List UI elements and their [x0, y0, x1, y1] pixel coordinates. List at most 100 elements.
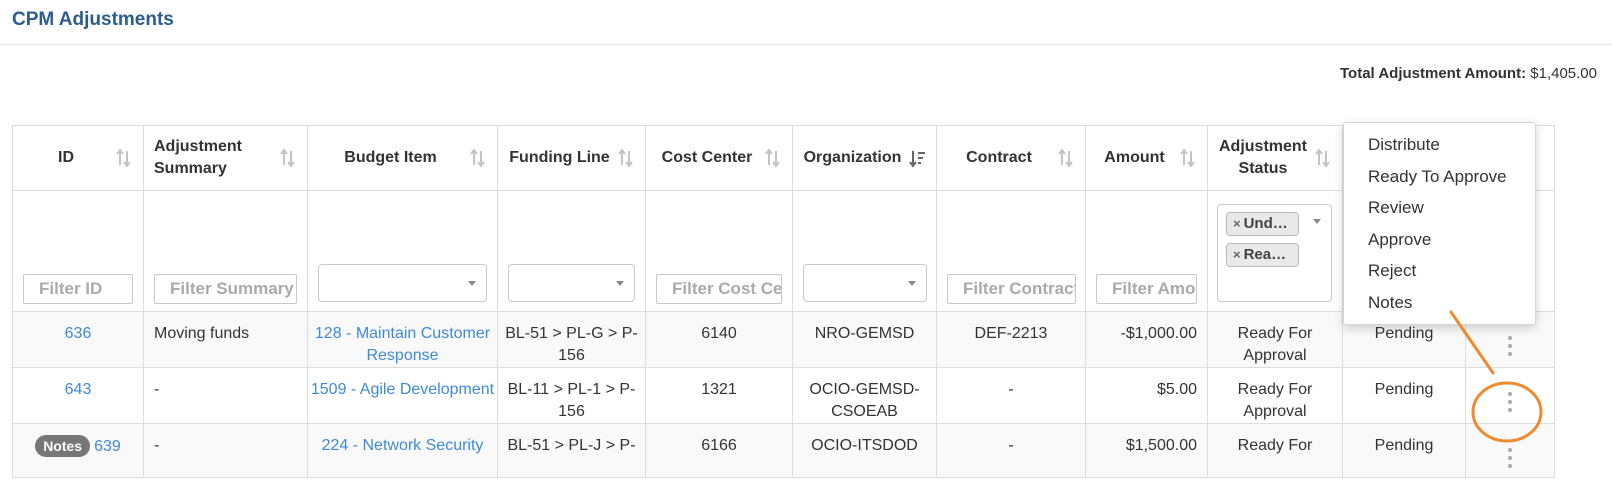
filter-cell-cost-center — [645, 190, 793, 312]
chevron-down-icon — [616, 281, 624, 286]
cell-status: Ready For — [1207, 423, 1343, 478]
notes-badge[interactable]: Notes — [35, 435, 91, 457]
filter-cell-contract — [936, 190, 1086, 312]
sort-icon[interactable] — [469, 148, 487, 168]
sort-icon[interactable] — [115, 148, 133, 168]
filter-cost-center-input[interactable] — [656, 274, 782, 304]
row-id-link[interactable]: 643 — [65, 381, 92, 398]
table-row: 643 - 1509 - Agile Development BL-11 > P… — [12, 367, 1555, 424]
menu-item-approve[interactable]: Approve — [1368, 229, 1431, 251]
cell-funding-line: BL-51 > PL-G > P-156 — [497, 311, 646, 368]
chevron-down-icon — [1313, 219, 1321, 224]
column-header-funding-line[interactable]: Funding Line — [497, 125, 646, 191]
sort-icon[interactable] — [1314, 148, 1332, 168]
page-title: CPM Adjustments — [12, 9, 174, 30]
total-adjustment: Total Adjustment Amount: $1,405.00 — [1340, 65, 1597, 82]
cell-budget-item: 128 - Maintain Customer Response — [307, 311, 498, 368]
cell-organization: OCIO-ITSDOD — [792, 423, 937, 478]
filter-organization-select[interactable] — [803, 264, 927, 302]
filter-budget-item-select[interactable] — [318, 264, 487, 302]
menu-item-ready-to-approve[interactable]: Ready To Approve — [1368, 166, 1507, 188]
cell-approval: Pending — [1342, 423, 1466, 478]
page-header: CPM Adjustments — [0, 0, 1612, 45]
cell-status: Ready For Approval — [1207, 367, 1343, 424]
filter-contract-input[interactable] — [947, 274, 1076, 304]
row-id-link[interactable]: 639 — [94, 438, 121, 455]
cell-cost-center: 6166 — [645, 423, 793, 478]
filter-row: ×Und… ×Rea… — [12, 190, 1555, 312]
filter-status-multiselect[interactable]: × Und… × Rea… — [1217, 204, 1332, 302]
cell-id: 643 — [12, 367, 144, 424]
sort-desc-icon[interactable] — [908, 148, 926, 168]
column-header-budget-item[interactable]: Budget Item — [307, 125, 498, 191]
more-vertical-icon[interactable] — [1508, 448, 1512, 472]
remove-chip-icon[interactable]: × — [1233, 247, 1241, 262]
budget-item-link[interactable]: 224 - Network Security — [322, 437, 484, 454]
cell-status: Ready For Approval — [1207, 311, 1343, 368]
row-id-link[interactable]: 636 — [65, 325, 92, 342]
column-header-summary[interactable]: Adjustment Summary — [143, 125, 308, 191]
column-header-contract[interactable]: Contract — [936, 125, 1086, 191]
menu-item-distribute[interactable]: Distribute — [1368, 134, 1440, 156]
cell-summary: - — [143, 423, 308, 478]
cell-approval: Pending — [1342, 367, 1466, 424]
sort-icon[interactable] — [279, 148, 297, 168]
budget-item-link[interactable]: 1509 - Agile Development — [311, 381, 494, 398]
column-header-status[interactable]: Adjustment Status — [1207, 125, 1343, 191]
column-header-cost-center[interactable]: Cost Center — [645, 125, 793, 191]
cell-cost-center: 6140 — [645, 311, 793, 368]
status-chip[interactable]: × Rea… — [1226, 243, 1299, 267]
cell-contract: DEF-2213 — [936, 311, 1086, 368]
filter-cell-funding-line — [497, 190, 646, 312]
cell-id: 636 — [12, 311, 144, 368]
sort-icon[interactable] — [1179, 148, 1197, 168]
more-vertical-icon[interactable] — [1508, 392, 1512, 416]
filter-id-input[interactable] — [23, 274, 133, 304]
cell-organization: NRO-GEMSD — [792, 311, 937, 368]
more-vertical-icon[interactable] — [1508, 336, 1512, 360]
column-header-organization[interactable]: Organization — [792, 125, 937, 191]
filter-cell-organization — [792, 190, 937, 312]
budget-item-link[interactable]: 128 - Maintain Customer Response — [315, 325, 490, 364]
filter-cell-summary — [143, 190, 308, 312]
cell-actions — [1465, 367, 1555, 424]
menu-item-reject[interactable]: Reject — [1368, 260, 1416, 282]
filter-cell-budget-item — [307, 190, 498, 312]
cell-contract: - — [936, 367, 1086, 424]
menu-item-review[interactable]: Review — [1368, 197, 1424, 219]
filter-cell-amount — [1085, 190, 1208, 312]
total-value: $1,405.00 — [1530, 65, 1597, 82]
column-header-id[interactable]: ID — [12, 125, 144, 191]
cell-organization: OCIO-GEMSD-CSOEAB — [792, 367, 937, 424]
filter-cell-id — [12, 190, 144, 312]
cell-summary: - — [143, 367, 308, 424]
cell-contract: - — [936, 423, 1086, 478]
status-chip[interactable]: × Und… — [1226, 212, 1299, 236]
filter-summary-input[interactable] — [154, 274, 297, 304]
filter-funding-line-select[interactable] — [508, 264, 635, 302]
menu-item-notes[interactable]: Notes — [1368, 292, 1412, 314]
header-row: ID Adjustment Summary Budget Item Fundin… — [12, 125, 1555, 191]
filter-amount-input[interactable] — [1096, 274, 1197, 304]
cell-funding-line: BL-51 > PL-J > P- — [497, 423, 646, 478]
cell-funding-line: BL-11 > PL-1 > P-156 — [497, 367, 646, 424]
table-row: 636 Moving funds 128 - Maintain Customer… — [12, 311, 1555, 368]
remove-chip-icon[interactable]: × — [1233, 216, 1241, 231]
sort-icon[interactable] — [1057, 148, 1075, 168]
cell-budget-item: 1509 - Agile Development — [307, 367, 498, 424]
chevron-down-icon — [908, 281, 916, 286]
column-header-amount[interactable]: Amount — [1085, 125, 1208, 191]
adjustments-table: ID Adjustment Summary Budget Item Fundin… — [12, 125, 1555, 478]
cell-cost-center: 1321 — [645, 367, 793, 424]
cell-amount: -$1,000.00 — [1085, 311, 1208, 368]
cell-summary: Moving funds — [143, 311, 308, 368]
cell-id: Notes 639 — [12, 423, 144, 478]
sort-icon[interactable] — [617, 148, 635, 168]
cell-amount: $1,500.00 — [1085, 423, 1208, 478]
row-actions-menu: Distribute Ready To Approve Review Appro… — [1343, 122, 1536, 325]
cell-actions — [1465, 423, 1555, 478]
sort-icon[interactable] — [764, 148, 782, 168]
cell-amount: $5.00 — [1085, 367, 1208, 424]
filter-cell-status: × Und… × Rea… — [1207, 190, 1343, 312]
total-label: Total Adjustment Amount: — [1340, 65, 1527, 82]
